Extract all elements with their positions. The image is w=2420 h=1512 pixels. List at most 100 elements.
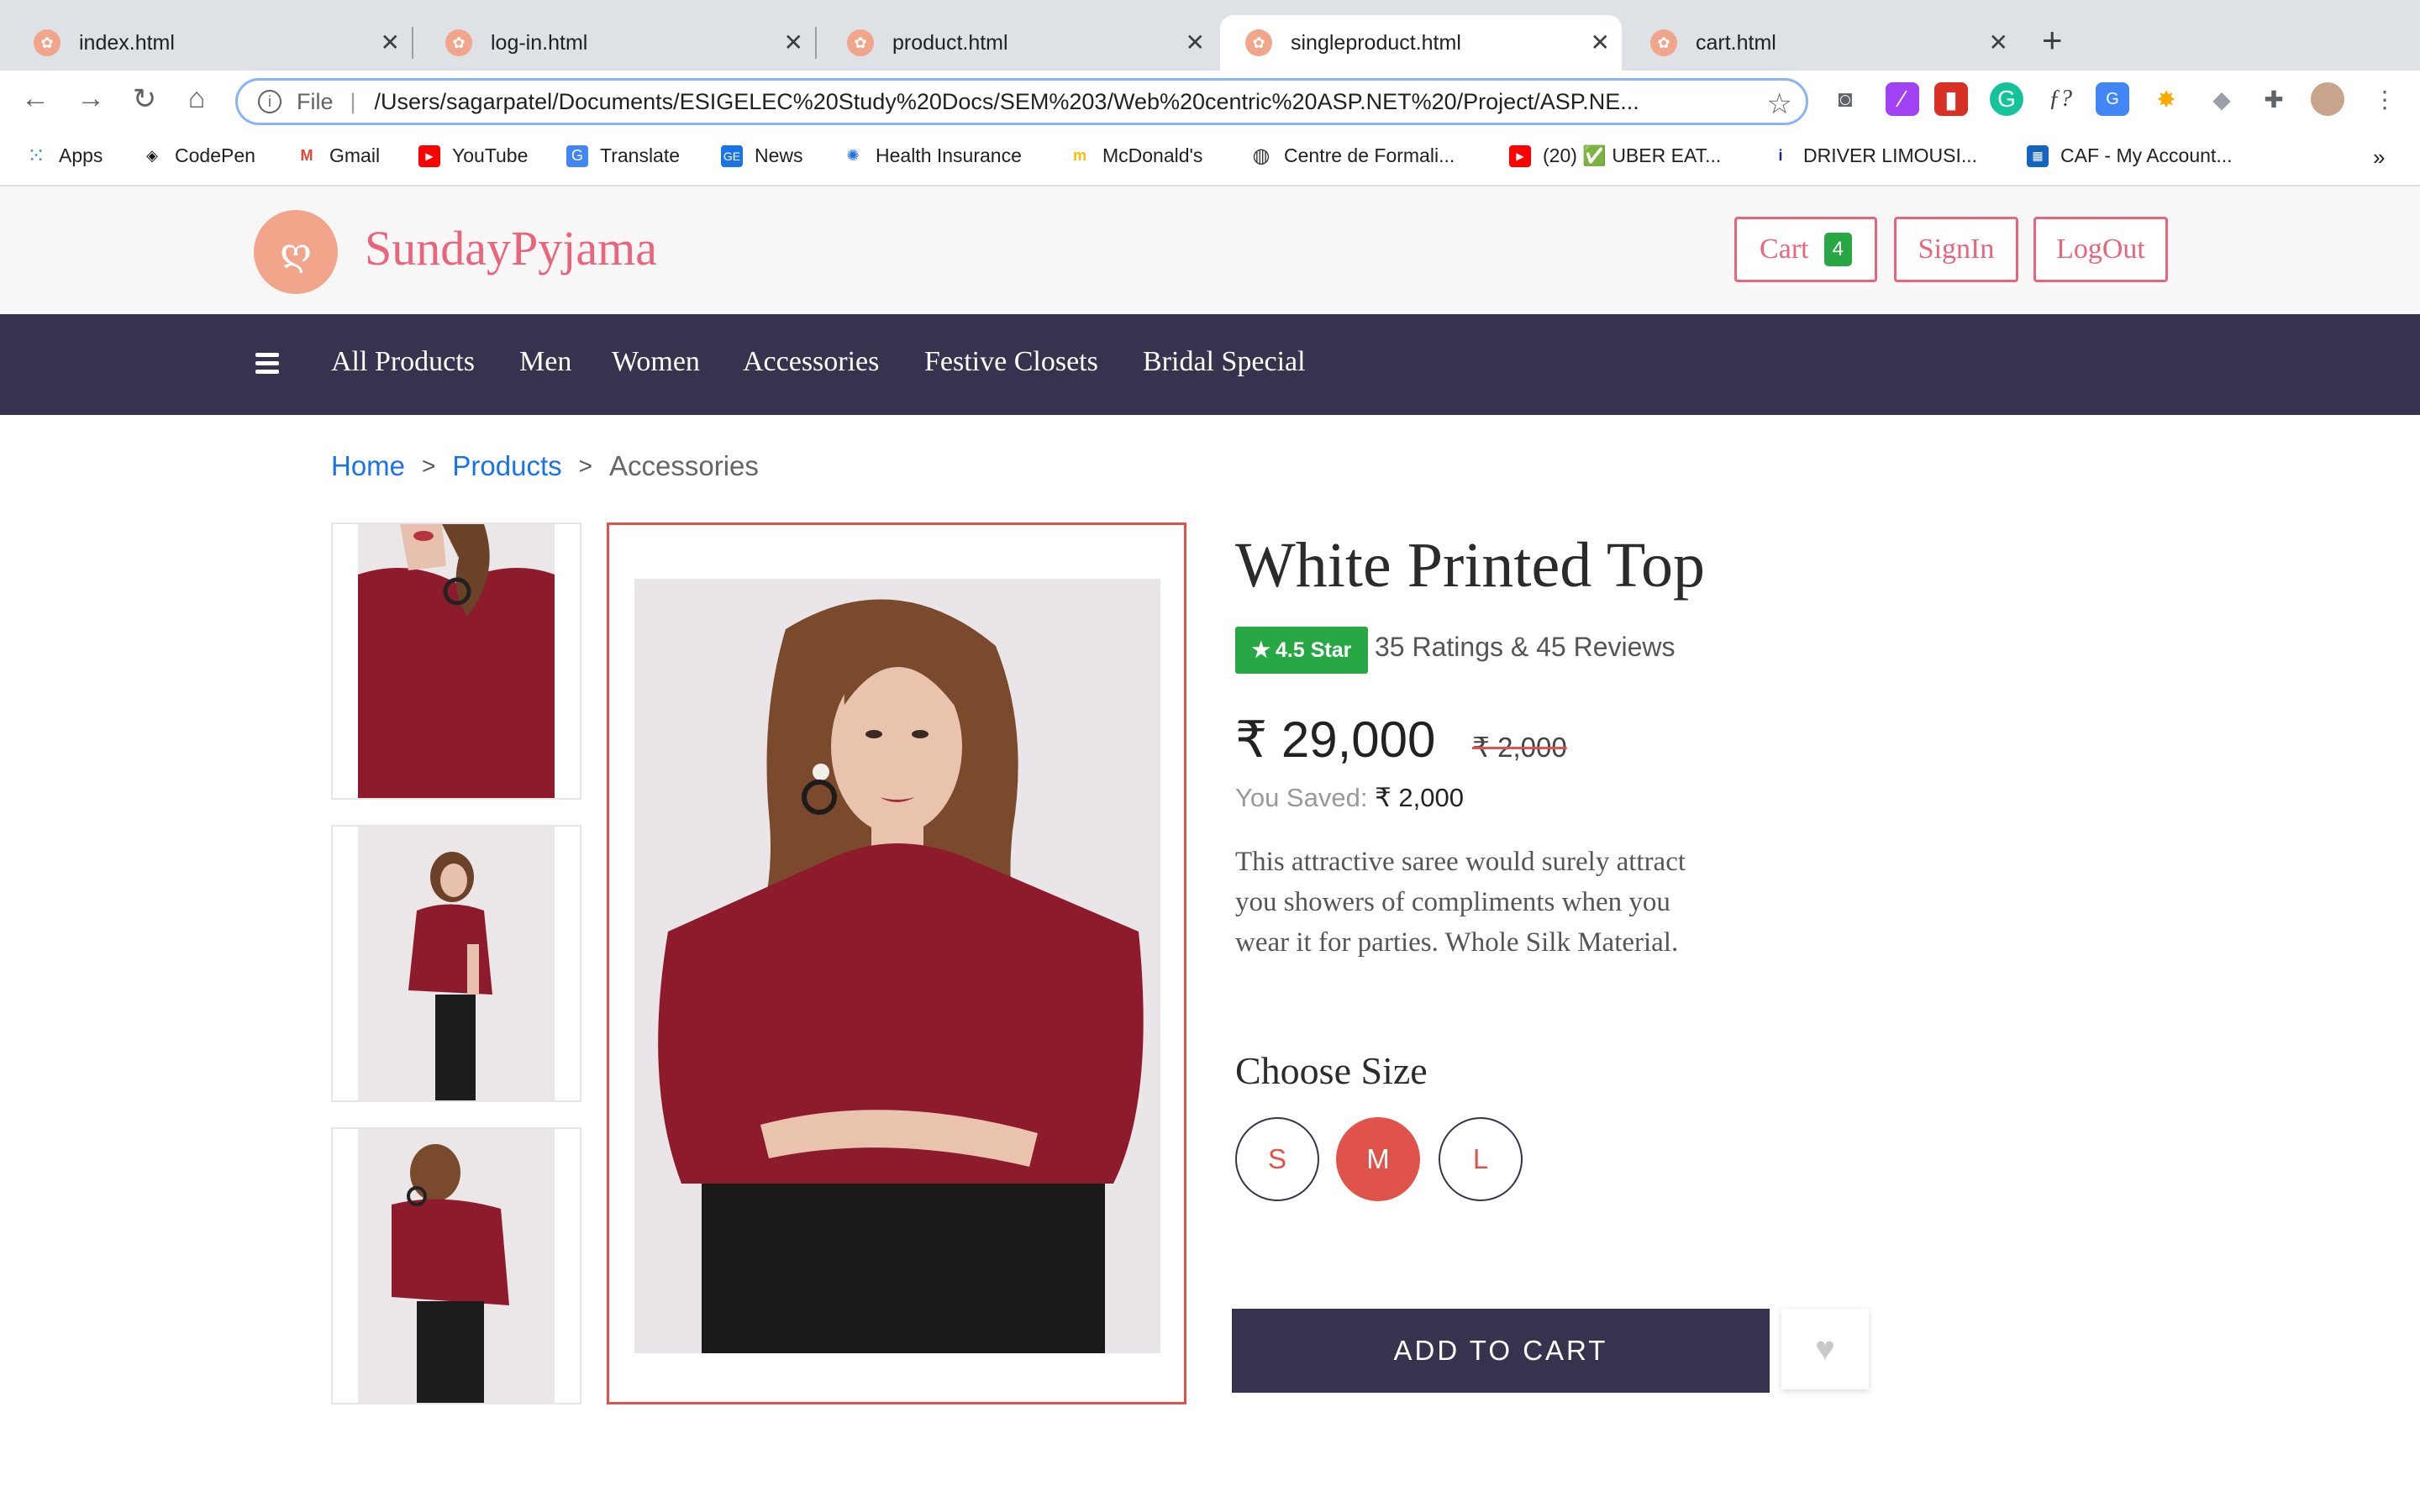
size-option-l[interactable]: L — [1439, 1117, 1523, 1201]
tab-log-in[interactable]: ✿ log-in.html ✕ — [420, 15, 817, 71]
bookmark-uber-eats[interactable]: ▶ (20) ✅ UBER EAT... — [1509, 144, 1721, 167]
bookmark-label: CAF - My Account... — [2060, 144, 2233, 166]
category-navbar: All Products Men Women Accessories Festi… — [0, 314, 2420, 415]
bookmark-star-icon[interactable]: ☆ — [1767, 87, 1792, 121]
bookmark-label: (20) ✅ UBER EAT... — [1543, 144, 1722, 166]
bookmark-codepen[interactable]: ◈ CodePen — [141, 144, 255, 167]
bookmark-driver-limousine[interactable]: i DRIVER LIMOUSI... — [1770, 144, 1977, 167]
bunny-logo-icon[interactable]: ღ — [254, 210, 338, 294]
url-scheme: File — [297, 88, 334, 114]
nav-all-products[interactable]: All Products — [331, 346, 475, 378]
caf-icon: ▦ — [2027, 144, 2049, 167]
more-bookmarks-icon[interactable]: » — [2373, 144, 2385, 171]
nav-women[interactable]: Women — [612, 346, 700, 378]
bookmark-label: CodePen — [175, 144, 255, 166]
thumbnail-image — [358, 524, 555, 798]
extension-icon[interactable]: ⁄ — [1886, 82, 1919, 116]
main-product-image-frame — [607, 522, 1186, 1404]
ratings-count[interactable]: 35 Ratings & 45 Reviews — [1375, 632, 1676, 663]
close-tab-icon[interactable]: ✕ — [784, 30, 803, 55]
site-favicon-icon: ✿ — [1650, 29, 1677, 56]
site-info-icon[interactable]: i — [258, 90, 281, 113]
mcdonalds-icon: m — [1069, 144, 1091, 167]
product-thumbnail-1[interactable] — [331, 522, 581, 800]
bookmark-label: Centre de Formali... — [1284, 144, 1455, 166]
back-arrow-icon[interactable]: ← — [17, 82, 54, 115]
gmail-icon: M — [296, 144, 318, 167]
bookmark-label: YouTube — [452, 144, 529, 166]
close-tab-icon[interactable]: ✕ — [1591, 30, 1610, 55]
apps-grid-icon: ⁙ — [25, 143, 47, 168]
tab-label: cart.html — [1696, 30, 1776, 55]
bookmark-caf[interactable]: ▦ CAF - My Account... — [2027, 144, 2233, 167]
translate-ext-icon[interactable]: G — [2096, 82, 2129, 116]
new-tab-icon[interactable]: + — [2042, 20, 2063, 60]
info-icon: i — [1770, 144, 1791, 167]
site-favicon-icon: ✿ — [445, 29, 472, 56]
cart-button[interactable]: Cart 4 — [1734, 217, 1877, 282]
tab-index[interactable]: ✿ index.html ✕ — [8, 15, 413, 71]
size-option-s[interactable]: S — [1235, 1117, 1319, 1201]
bookmark-label: Gmail — [329, 144, 381, 166]
forward-arrow-icon[interactable]: → — [72, 82, 109, 115]
bookmark-extension-icon[interactable]: ▮ — [1934, 82, 1968, 116]
breadcrumb-home[interactable]: Home — [331, 450, 405, 482]
bookmark-apps[interactable]: ⁙ Apps — [25, 143, 103, 168]
bookmark-news[interactable]: GE News — [721, 144, 803, 167]
formula-icon[interactable]: ƒ? — [2044, 82, 2077, 116]
bookmark-mcdonalds[interactable]: m McDonald's — [1069, 144, 1202, 167]
lightbulb-icon[interactable]: ✸ — [2149, 82, 2183, 116]
bookmark-centre-formalites[interactable]: ◍ Centre de Formali... — [1250, 144, 1455, 167]
url-text: /Users/sagarpatel/Documents/ESIGELEC%20S… — [374, 88, 1639, 114]
logout-button[interactable]: LogOut — [2033, 217, 2168, 282]
tab-product[interactable]: ✿ product.html ✕ — [822, 15, 1217, 71]
bookmark-youtube[interactable]: ▶ YouTube — [418, 144, 528, 167]
bookmark-gmail[interactable]: M Gmail — [296, 144, 380, 167]
bookmark-label: DRIVER LIMOUSI... — [1803, 144, 1978, 166]
breadcrumb-products[interactable]: Products — [452, 450, 561, 482]
signin-button[interactable]: SignIn — [1894, 217, 2018, 282]
current-price: ₹ 29,000 — [1235, 711, 1436, 768]
site-header: ღ SundayPyjama Cart 4 SignIn LogOut — [0, 186, 2420, 314]
wishlist-heart-icon[interactable]: ♥ — [1781, 1309, 1869, 1389]
bookmark-health-insurance[interactable]: ✺ Health Insurance — [842, 144, 1022, 167]
profile-avatar[interactable] — [2311, 82, 2344, 116]
camera-icon[interactable]: ◙ — [1828, 82, 1862, 116]
bookmark-translate[interactable]: G Translate — [566, 144, 680, 167]
grammarly-icon[interactable]: G — [1990, 82, 2023, 116]
codepen-icon: ◈ — [141, 144, 163, 167]
reload-icon[interactable]: ↻ — [126, 82, 163, 116]
star-icon: ★ — [1251, 638, 1271, 662]
close-tab-icon[interactable]: ✕ — [1989, 30, 2008, 55]
puzzle-pin-icon[interactable]: ◆ — [2205, 82, 2238, 116]
browser-tab-strip: ✿ index.html ✕ ✿ log-in.html ✕ ✿ product… — [0, 0, 2420, 71]
size-option-m[interactable]: M — [1336, 1117, 1420, 1201]
original-price: ₹ 2,000 — [1472, 732, 1567, 763]
thumbnail-image — [358, 827, 555, 1100]
extensions-puzzle-icon[interactable]: ✚ — [2257, 82, 2291, 116]
product-thumbnail-3[interactable] — [331, 1127, 581, 1404]
brand-name[interactable]: SundayPyjama — [365, 220, 657, 276]
tab-singleproduct[interactable]: ✿ singleproduct.html ✕ — [1220, 15, 1622, 71]
breadcrumb: Home > Products > Accessories — [331, 450, 759, 482]
nav-festive-closets[interactable]: Festive Closets — [924, 346, 1098, 378]
bookmark-label: McDonald's — [1102, 144, 1203, 166]
choose-size-heading: Choose Size — [1235, 1049, 1428, 1092]
close-tab-icon[interactable]: ✕ — [381, 30, 400, 55]
bookmark-label: Apps — [59, 144, 103, 166]
address-bar[interactable]: i File | /Users/sagarpatel/Documents/ESI… — [235, 78, 1808, 125]
menu-kebab-icon[interactable]: ⋮ — [2368, 82, 2402, 116]
translate-icon: G — [566, 144, 588, 167]
hamburger-menu-icon[interactable] — [255, 353, 279, 374]
site-favicon-icon: ✿ — [847, 29, 874, 56]
home-icon[interactable]: ⌂ — [178, 82, 215, 115]
savings-value: ₹ 2,000 — [1375, 783, 1464, 812]
close-tab-icon[interactable]: ✕ — [1186, 30, 1205, 55]
product-thumbnail-2[interactable] — [331, 825, 581, 1102]
main-product-photo[interactable] — [634, 579, 1160, 1353]
nav-bridal-special[interactable]: Bridal Special — [1143, 346, 1306, 378]
nav-accessories[interactable]: Accessories — [743, 346, 879, 378]
nav-men[interactable]: Men — [519, 346, 571, 378]
add-to-cart-button[interactable]: ADD TO CART — [1232, 1309, 1770, 1393]
tab-cart[interactable]: ✿ cart.html ✕ — [1625, 15, 2020, 71]
